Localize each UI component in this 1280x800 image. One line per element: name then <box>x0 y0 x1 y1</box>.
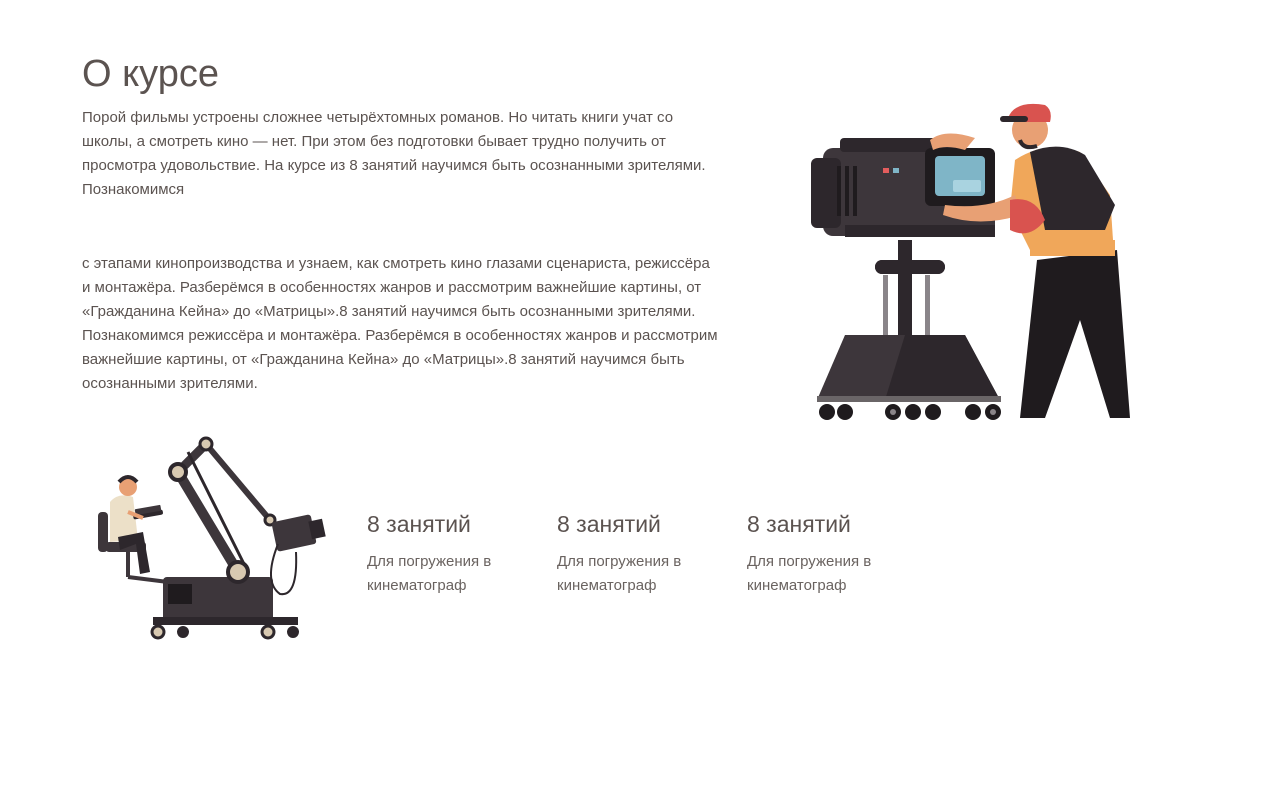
stat-item: 8 занятий Для погружения в кинематограф <box>367 508 557 598</box>
camera-crane-illustration <box>98 436 326 640</box>
stat-description: Для погружения в кинематограф <box>747 553 872 594</box>
camera-operator-illustration <box>811 103 1130 420</box>
stat-item: 8 занятий Для погружения в кинематограф <box>557 508 747 598</box>
about-paragraph-1: Порой фильмы устроены сложнее четырёхтом… <box>82 109 706 198</box>
stat-description: Для погружения в кинематограф <box>557 553 682 594</box>
stat-value: 8 занятий <box>557 511 661 537</box>
page-title: О курсе <box>82 53 220 95</box>
stats-row: 8 занятий Для погружения в кинематограф … <box>367 508 937 598</box>
about-paragraph-2: с этапами кинопроизводства и узнаем, как… <box>82 255 718 392</box>
stat-description: Для погружения в кинематограф <box>367 553 492 594</box>
stat-value: 8 занятий <box>747 511 851 537</box>
stat-value: 8 занятий <box>367 511 471 537</box>
about-course-page: О курсе Порой фильмы устроены сложнее че… <box>0 0 1280 800</box>
stat-item: 8 занятий Для погружения в кинематограф <box>747 508 937 598</box>
